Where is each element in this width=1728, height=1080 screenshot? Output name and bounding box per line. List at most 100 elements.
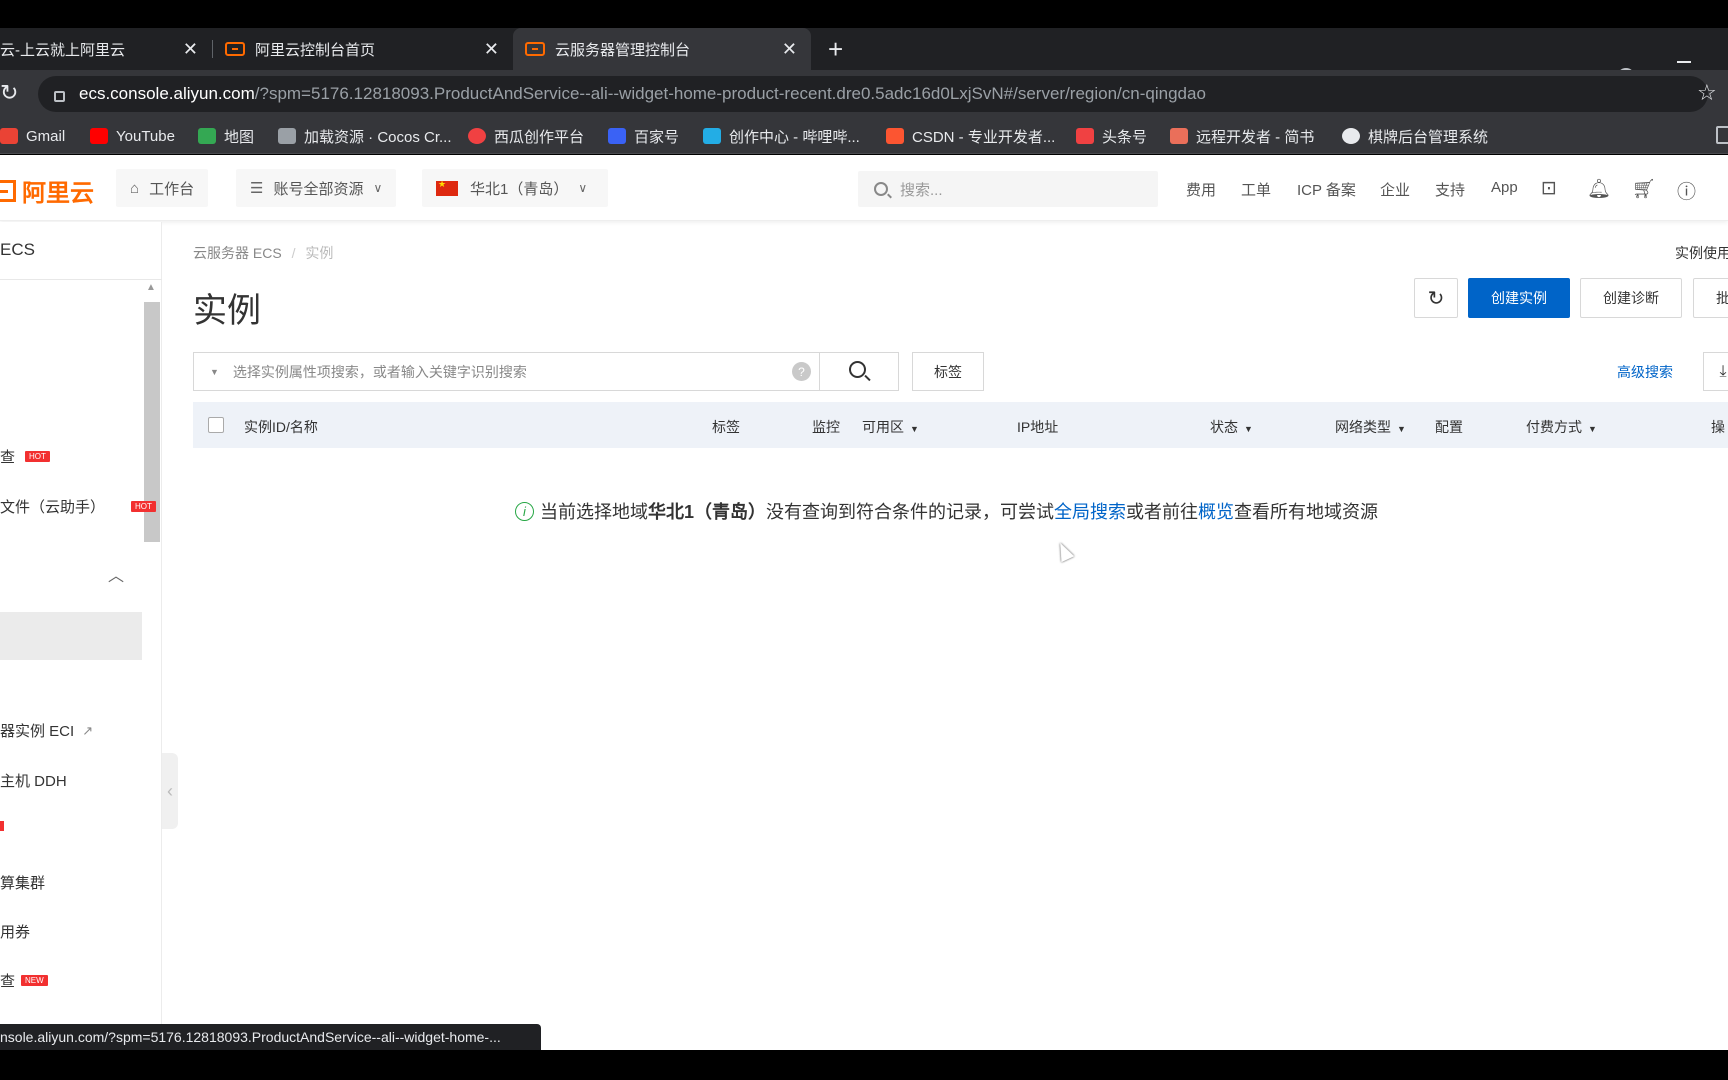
- nav-support[interactable]: 支持: [1435, 179, 1465, 200]
- bookmark-youtube[interactable]: YouTube: [90, 124, 175, 148]
- bookmark-cocos[interactable]: 加载资源 · Cocos Cr...: [278, 124, 452, 148]
- sidebar-item-cloud-assistant[interactable]: 文件（云助手） HOT: [0, 496, 156, 517]
- console-top-nav: 阿里云 ⌂ 工作台 ☰ 账号全部资源 ∨ 华北1（青岛） ∨ 搜索... 费用 …: [0, 155, 1728, 221]
- chevron-down-icon: ∨: [373, 181, 383, 195]
- sidebar-item-label: 主机 DDH: [0, 773, 67, 790]
- sidebar-item-new[interactable]: 查 NEW: [0, 970, 48, 991]
- youtube-icon: [90, 128, 108, 144]
- scroll-up-icon[interactable]: ▲: [146, 282, 156, 293]
- sidebar-item-ddh[interactable]: 主机 DDH: [0, 770, 67, 791]
- instance-filter-input[interactable]: ▼ 选择实例属性项搜索，或者输入关键字识别搜索 ?: [193, 352, 820, 391]
- sort-caret-icon: ▼: [1588, 424, 1597, 434]
- sidebar-item-coupons[interactable]: 用券: [0, 921, 30, 942]
- bookmark-admin[interactable]: 棋牌后台管理系统: [1342, 124, 1488, 148]
- region-dropdown[interactable]: 华北1（青岛） ∨: [422, 169, 608, 207]
- col-status[interactable]: 状态 ▼: [1210, 417, 1253, 437]
- col-billing[interactable]: 付费方式 ▼: [1526, 417, 1597, 437]
- bookmark-jianshu[interactable]: 远程开发者 - 简书: [1170, 124, 1314, 148]
- tag-filter-button[interactable]: 标签: [912, 352, 984, 391]
- tab-ecs-console[interactable]: 云服务器管理控制台 ✕: [513, 28, 811, 70]
- close-icon[interactable]: ✕: [782, 39, 797, 60]
- refresh-button[interactable]: ↻: [1414, 278, 1458, 318]
- logo-text: 阿里云: [22, 180, 94, 207]
- bookmark-toutiao[interactable]: 头条号: [1076, 124, 1147, 148]
- overview-link[interactable]: 概览: [1198, 498, 1234, 524]
- close-icon[interactable]: ✕: [484, 39, 499, 60]
- bell-icon[interactable]: 🔔︎: [1587, 177, 1611, 201]
- create-instance-button[interactable]: 创建实例: [1468, 278, 1570, 318]
- console-search-input[interactable]: 搜索...: [858, 171, 1158, 207]
- address-bar[interactable]: ecs.console.aliyun.com/?spm=5176.1281809…: [38, 76, 1708, 112]
- select-all-checkbox[interactable]: [208, 417, 224, 433]
- sidebar-collapse-handle[interactable]: ‹: [162, 753, 178, 829]
- bookmark-bilibili[interactable]: 创作中心 - 哔哩哔...: [703, 124, 860, 148]
- close-icon[interactable]: ✕: [183, 39, 198, 60]
- bookmarks-bar: Gmail YouTube 地图 加载资源 · Cocos Cr... 西瓜创作…: [0, 118, 1728, 154]
- new-badge: NEW: [21, 975, 48, 986]
- col-ip: IP地址: [1017, 419, 1059, 435]
- reload-icon[interactable]: ↻: [0, 80, 18, 106]
- lock-icon[interactable]: [54, 90, 65, 102]
- nav-fees[interactable]: 费用: [1186, 179, 1216, 200]
- advanced-search-link[interactable]: 高级搜索: [1617, 362, 1673, 382]
- help-icon[interactable]: ⓘ: [1677, 177, 1696, 204]
- minimize-icon[interactable]: [1677, 61, 1691, 63]
- bookmark-label: 远程开发者 - 简书: [1196, 128, 1315, 146]
- help-icon[interactable]: ?: [792, 362, 811, 381]
- col-monitor: 监控: [812, 419, 840, 435]
- console-page: 阿里云 ⌂ 工作台 ☰ 账号全部资源 ∨ 华北1（青岛） ∨ 搜索... 费用 …: [0, 155, 1728, 1050]
- download-icon: ⤓: [1719, 362, 1727, 380]
- sidebar-item-cluster[interactable]: 算集群: [0, 872, 45, 893]
- tab-aliyun-home[interactable]: 云-上云就上阿里云 ✕: [0, 28, 212, 70]
- sidebar-item-instances-active[interactable]: [0, 612, 142, 660]
- sidebar-item-eci[interactable]: 器实例 ECI ↗: [0, 720, 93, 741]
- search-placeholder: 搜索...: [900, 181, 943, 199]
- download-button[interactable]: ⤓: [1703, 352, 1728, 391]
- empty-region: 华北1（青岛）: [648, 502, 767, 522]
- table-header: 实例ID/名称 标签 监控 可用区 ▼ IP地址 状态 ▼ 网络类型 ▼ 配置 付费方…: [193, 402, 1728, 448]
- tab-title: 云-上云就上阿里云: [0, 41, 125, 59]
- bookmark-csdn[interactable]: CSDN - 专业开发者...: [886, 124, 1055, 148]
- workbench-button[interactable]: ⌂ 工作台: [116, 169, 209, 207]
- collapse-chevron-up-icon[interactable]: ︿: [108, 562, 124, 586]
- col-billing-label: 付费方式: [1526, 419, 1582, 435]
- hot-badge: HOT: [25, 451, 50, 462]
- region-label: 华北1（青岛）: [470, 180, 569, 198]
- reading-list-icon[interactable]: [1716, 126, 1728, 144]
- nav-app[interactable]: App: [1491, 179, 1518, 196]
- filter-placeholder: 选择实例属性项搜索，或者输入关键字识别搜索: [232, 363, 527, 380]
- cart-icon[interactable]: 🛒︎: [1632, 177, 1656, 201]
- bookmark-label: 地图: [224, 128, 255, 146]
- filter-search-button[interactable]: [819, 352, 899, 391]
- nav-tickets[interactable]: 工单: [1241, 179, 1271, 200]
- instance-usage-link[interactable]: 实例使用: [1675, 243, 1728, 263]
- nav-icp[interactable]: ICP 备案: [1297, 179, 1356, 200]
- bookmark-star-icon[interactable]: ☆: [1697, 80, 1717, 106]
- maps-icon: [198, 128, 216, 144]
- resource-scope-dropdown[interactable]: ☰ 账号全部资源 ∨: [236, 169, 397, 207]
- terminal-icon[interactable]: ⊡: [1541, 177, 1557, 200]
- search-icon: [848, 361, 866, 378]
- jianshu-icon: [1170, 128, 1188, 144]
- sidebar-item-1[interactable]: 查 HOT: [0, 446, 50, 467]
- breadcrumb-root[interactable]: 云服务器 ECS: [193, 245, 282, 261]
- bookmark-maps[interactable]: 地图: [198, 124, 254, 148]
- bookmark-baijiahao[interactable]: 百家号: [608, 124, 679, 148]
- cocos-icon: [278, 128, 296, 144]
- browser-tab-bar: 云-上云就上阿里云 ✕ 阿里云控制台首页 ✕ 云服务器管理控制台 ✕ ✿ 英 ☽…: [0, 28, 1728, 96]
- col-status-label: 状态: [1210, 419, 1238, 435]
- create-diagnosis-button[interactable]: 创建诊断: [1580, 278, 1682, 318]
- col-zone[interactable]: 可用区 ▼: [862, 417, 919, 437]
- tab-title: 阿里云控制台首页: [255, 41, 376, 59]
- resource-scope-label: 账号全部资源: [273, 180, 364, 198]
- tab-console-home[interactable]: 阿里云控制台首页 ✕: [213, 28, 513, 70]
- batch-button[interactable]: 批: [1693, 278, 1728, 318]
- new-tab-plus-icon[interactable]: +: [828, 34, 843, 65]
- bookmark-xigua[interactable]: 西瓜创作平台: [468, 124, 584, 148]
- bookmark-label: YouTube: [116, 127, 175, 145]
- global-search-link[interactable]: 全局搜索: [1054, 498, 1126, 524]
- col-network-type[interactable]: 网络类型 ▼: [1335, 417, 1406, 437]
- aliyun-logo[interactable]: 阿里云: [0, 173, 94, 208]
- bookmark-gmail[interactable]: Gmail: [0, 124, 65, 148]
- nav-enterprise[interactable]: 企业: [1380, 179, 1410, 200]
